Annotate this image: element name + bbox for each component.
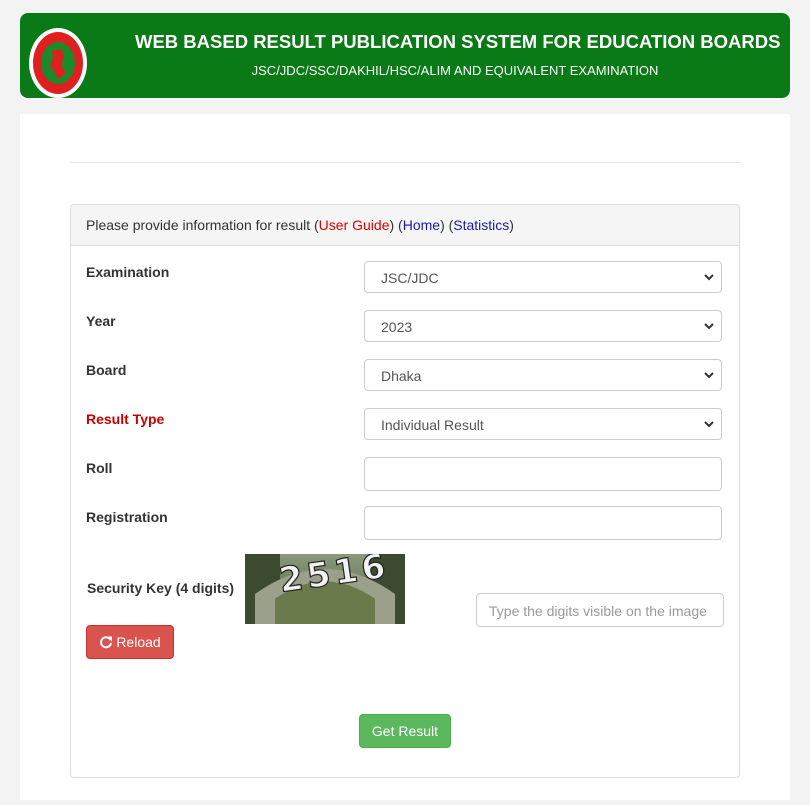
roll-label: Roll: [86, 460, 113, 476]
registration-input[interactable]: [364, 506, 722, 540]
chevron-down-icon: [704, 274, 714, 281]
board-label: Board: [86, 362, 127, 378]
security-key-label: Security Key (4 digits): [87, 580, 235, 596]
get-result-button[interactable]: Get Result: [359, 714, 451, 748]
roll-input[interactable]: [364, 457, 722, 491]
home-link[interactable]: Home: [403, 217, 440, 233]
roll-row: Roll: [86, 457, 724, 494]
examination-row: Examination JSC/JDC: [86, 261, 724, 298]
result-type-label: Result Type: [86, 411, 165, 427]
result-type-selected-value: Individual Result: [381, 417, 484, 433]
registration-row: Registration: [86, 506, 724, 543]
header-subtitle: JSC/JDC/SSC/DAKHIL/HSC/ALIM AND EQUIVALE…: [251, 63, 659, 78]
captcha-placeholder: Type the digits visible on the image: [489, 603, 707, 619]
board-select[interactable]: Dhaka: [364, 359, 722, 391]
registration-label: Registration: [86, 509, 168, 525]
user-guide-link[interactable]: User Guide: [319, 217, 390, 233]
examination-select[interactable]: JSC/JDC: [364, 261, 722, 293]
chevron-down-icon: [704, 323, 714, 330]
result-type-row: Result Type Individual Result: [86, 408, 724, 445]
reload-button[interactable]: Reload: [86, 625, 174, 659]
refresh-icon: [100, 636, 113, 649]
panel-intro-text: Please provide information for result: [86, 217, 311, 233]
chevron-down-icon: [704, 372, 714, 379]
header-title: WEB BASED RESULT PUBLICATION SYSTEM FOR …: [135, 31, 781, 52]
statistics-link[interactable]: Statistics: [453, 217, 509, 233]
captcha-input[interactable]: Type the digits visible on the image: [476, 593, 724, 627]
reload-label: Reload: [116, 634, 161, 650]
site-header: WEB BASED RESULT PUBLICATION SYSTEM FOR …: [20, 13, 790, 98]
chevron-down-icon: [704, 421, 714, 428]
examination-label: Examination: [86, 264, 170, 280]
year-selected-value: 2023: [381, 319, 413, 335]
result-form-panel: Please provide information for result (U…: [70, 204, 740, 778]
examination-selected-value: JSC/JDC: [381, 270, 439, 286]
main-content: Please provide information for result (U…: [20, 114, 790, 800]
year-row: Year 2023: [86, 310, 724, 347]
panel-heading: Please provide information for result (U…: [71, 205, 739, 246]
bangladesh-govt-seal-icon: [29, 28, 87, 98]
divider: [70, 162, 740, 163]
board-selected-value: Dhaka: [381, 368, 422, 384]
board-row: Board Dhaka: [86, 359, 724, 396]
result-type-select[interactable]: Individual Result: [364, 408, 722, 440]
year-label: Year: [86, 313, 116, 329]
captcha-image: 2516: [245, 554, 405, 624]
year-select[interactable]: 2023: [364, 310, 722, 342]
